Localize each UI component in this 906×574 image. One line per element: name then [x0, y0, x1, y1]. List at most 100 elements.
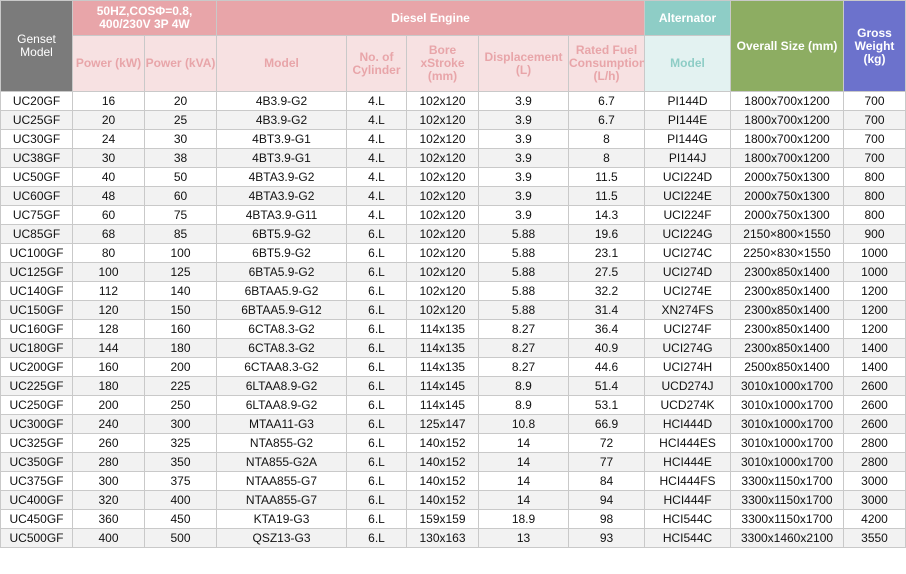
cell-gross-weight: 700: [843, 110, 906, 130]
cell-fuel-consumption: 72: [567, 433, 646, 453]
cell-overall-size: 3010x1000x1700: [730, 433, 845, 453]
cell-fuel-consumption: 27.5: [567, 262, 646, 282]
cell-power-kw: 160: [72, 357, 145, 377]
cell-displacement: 5.88: [478, 224, 569, 244]
cell-cylinders: 4.L: [346, 129, 407, 149]
cell-gross-weight: 700: [843, 91, 906, 111]
cell-power-kw: 112: [72, 281, 145, 301]
cell-gross-weight: 3000: [843, 471, 906, 491]
cell-power-kw: 30: [72, 148, 145, 168]
cell-power-kva: 400: [144, 490, 217, 510]
cell-gross-weight: 1000: [843, 262, 906, 282]
cell-genset-model: UC250GF: [0, 395, 73, 415]
cell-overall-size: 3300x1150x1700: [730, 471, 845, 491]
cell-power-kw: 240: [72, 414, 145, 434]
cell-genset-model: UC150GF: [0, 300, 73, 320]
cell-cylinders: 6.L: [346, 281, 407, 301]
cell-overall-size: 3300x1460x2100: [730, 528, 845, 548]
cell-power-kva: 200: [144, 357, 217, 377]
cell-overall-size: 3300x1150x1700: [730, 490, 845, 510]
cell-cylinders: 4.L: [346, 186, 407, 206]
cell-gross-weight: 1400: [843, 338, 906, 358]
cell-fuel-consumption: 44.6: [567, 357, 646, 377]
cell-displacement: 14: [478, 452, 569, 472]
cell-genset-model: UC75GF: [0, 205, 73, 225]
cell-bore-stroke: 102x120: [406, 186, 479, 206]
table-row: UC160GF 128 160 6CTA8.3-G2 6.L 114x135 8.27 36.…: [0, 319, 906, 339]
cell-overall-size: 1800x700x1200: [730, 91, 845, 111]
cell-bore-stroke: 114x135: [406, 338, 479, 358]
table-row: UC100GF 80 100 6BT5.9-G2 6.L 102x120 5.88 23.1 U…: [0, 243, 906, 263]
cell-bore-stroke: 102x120: [406, 300, 479, 320]
cell-cylinders: 6.L: [346, 243, 407, 263]
table-row: UC325GF 260 325 NTA855-G2 6.L 140x152 14 72 HCI4…: [0, 433, 906, 453]
table-row: UC180GF 144 180 6CTA8.3-G2 6.L 114x135 8.27 40.…: [0, 338, 906, 358]
cell-bore-stroke: 102x120: [406, 167, 479, 187]
cell-genset-model: UC50GF: [0, 167, 73, 187]
cell-engine-model: NTA855-G2A: [216, 452, 347, 472]
cell-bore-stroke: 140x152: [406, 490, 479, 510]
cell-genset-model: UC125GF: [0, 262, 73, 282]
table-row: UC350GF 280 350 NTA855-G2A 6.L 140x152 14 77 HCI…: [0, 452, 906, 472]
cell-fuel-consumption: 98: [567, 509, 646, 529]
cell-alternator-model: PI144J: [644, 148, 732, 168]
cell-power-kw: 60: [72, 205, 145, 225]
header-alternator: Alternator: [644, 0, 732, 36]
table-row: UC140GF 112 140 6BTAA5.9-G2 6.L 102x120 5.88 32…: [0, 281, 906, 301]
cell-fuel-consumption: 31.4: [567, 300, 646, 320]
cell-fuel-consumption: 8: [567, 129, 646, 149]
cell-fuel-consumption: 77: [567, 452, 646, 472]
cell-power-kva: 375: [144, 471, 217, 491]
cell-power-kw: 128: [72, 319, 145, 339]
header-frequency-note: 50HZ,COSΦ=0.8, 400/230V 3P 4W: [72, 0, 217, 36]
cell-engine-model: 4BTA3.9-G11: [216, 205, 347, 225]
cell-fuel-consumption: 40.9: [567, 338, 646, 358]
cell-displacement: 3.9: [478, 205, 569, 225]
cell-gross-weight: 3000: [843, 490, 906, 510]
cell-engine-model: 6LTAA8.9-G2: [216, 395, 347, 415]
cell-engine-model: 6CTA8.3-G2: [216, 338, 347, 358]
cell-genset-model: UC225GF: [0, 376, 73, 396]
cell-cylinders: 6.L: [346, 224, 407, 244]
cell-displacement: 3.9: [478, 91, 569, 111]
cell-power-kva: 500: [144, 528, 217, 548]
cell-alternator-model: HCI444E: [644, 452, 732, 472]
cell-power-kva: 450: [144, 509, 217, 529]
cell-power-kw: 320: [72, 490, 145, 510]
cell-alternator-model: PI144G: [644, 129, 732, 149]
header-gross-weight: Gross Weight (kg): [843, 0, 906, 92]
cell-cylinders: 6.L: [346, 376, 407, 396]
cell-engine-model: 4B3.9-G2: [216, 91, 347, 111]
cell-genset-model: UC60GF: [0, 186, 73, 206]
cell-displacement: 14: [478, 471, 569, 491]
table-row: UC75GF 60 75 4BTA3.9-G11 4.L 102x120 3.9 14.3 UC…: [0, 205, 906, 225]
table-row: UC60GF 48 60 4BTA3.9-G2 4.L 102x120 3.9 11.5 UCI…: [0, 186, 906, 206]
cell-overall-size: 2250×830×1550: [730, 243, 845, 263]
cell-gross-weight: 3550: [843, 528, 906, 548]
cell-overall-size: 1800x700x1200: [730, 148, 845, 168]
cell-displacement: 3.9: [478, 186, 569, 206]
cell-engine-model: 6BT5.9-G2: [216, 243, 347, 263]
cell-gross-weight: 900: [843, 224, 906, 244]
cell-bore-stroke: 102x120: [406, 243, 479, 263]
table-row: UC125GF 100 125 6BTA5.9-G2 6.L 102x120 5.88 27.…: [0, 262, 906, 282]
table-row: UC38GF 30 38 4BT3.9-G1 4.L 102x120 3.9 8 PI144J 1…: [0, 148, 906, 168]
cell-alternator-model: UCI274D: [644, 262, 732, 282]
cell-power-kva: 250: [144, 395, 217, 415]
cell-overall-size: 2300x850x1400: [730, 319, 845, 339]
table-row: UC30GF 24 30 4BT3.9-G1 4.L 102x120 3.9 8 PI144G 1…: [0, 129, 906, 149]
cell-alternator-model: XN274FS: [644, 300, 732, 320]
cell-power-kva: 300: [144, 414, 217, 434]
cell-power-kw: 280: [72, 452, 145, 472]
cell-bore-stroke: 114x145: [406, 395, 479, 415]
cell-engine-model: 6BT5.9-G2: [216, 224, 347, 244]
table-row: UC25GF 20 25 4B3.9-G2 4.L 102x120 3.9 6.7 PI144E…: [0, 110, 906, 130]
cell-genset-model: UC375GF: [0, 471, 73, 491]
cell-cylinders: 4.L: [346, 148, 407, 168]
cell-cylinders: 4.L: [346, 167, 407, 187]
cell-displacement: 3.9: [478, 148, 569, 168]
cell-cylinders: 4.L: [346, 205, 407, 225]
cell-power-kva: 60: [144, 186, 217, 206]
cell-power-kva: 85: [144, 224, 217, 244]
cell-bore-stroke: 102x120: [406, 262, 479, 282]
